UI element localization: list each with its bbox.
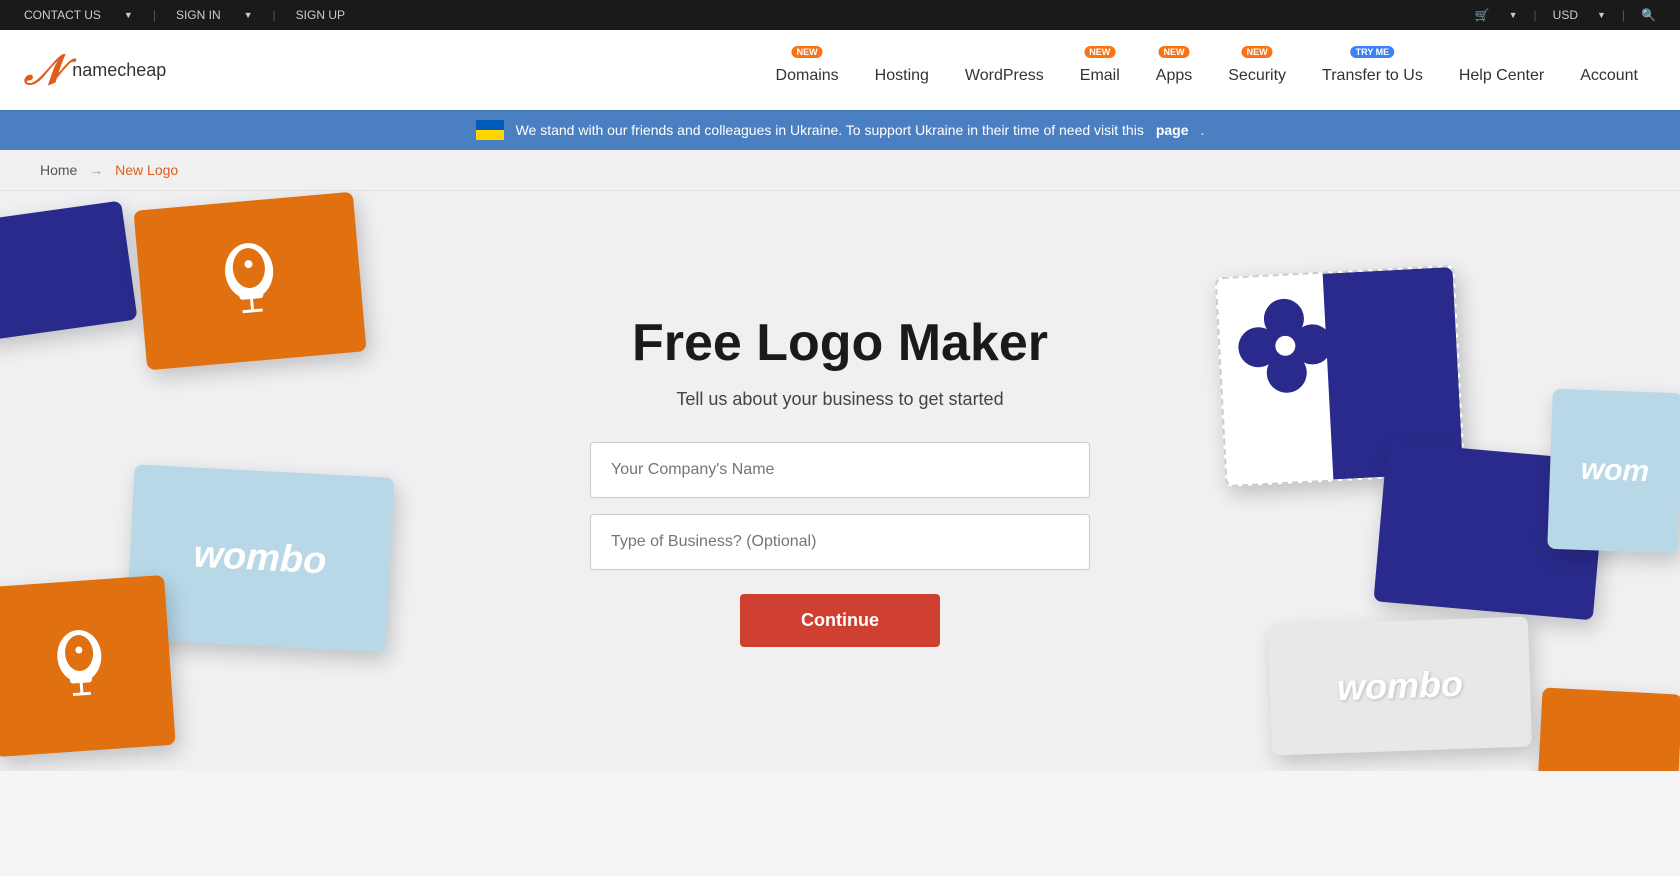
form-center: Free Logo Maker Tell us about your busin… [570, 275, 1110, 686]
wombo-text-left: wombo [192, 534, 327, 584]
account-label: Account [1580, 67, 1638, 85]
breadcrumb-home[interactable]: Home [40, 162, 77, 178]
company-name-input[interactable] [590, 442, 1090, 498]
card-white-wombo-bottom: wombo [1268, 617, 1532, 756]
currency-selector[interactable]: USD [1553, 8, 1578, 22]
breadcrumb: Home → New Logo [0, 150, 1680, 191]
helpcenter-label: Help Center [1459, 67, 1544, 85]
flower-icon [1228, 288, 1344, 404]
email-label: Email [1080, 67, 1120, 85]
separator-2: | [273, 8, 276, 22]
separator-3: | [1534, 8, 1537, 22]
wombo-text-right: wombo [1336, 663, 1463, 709]
nav-item-hosting[interactable]: Hosting [857, 30, 947, 110]
hosting-label: Hosting [875, 67, 929, 85]
ukraine-flag [476, 120, 504, 140]
banner-text: We stand with our friends and colleagues… [516, 122, 1144, 138]
card-lightblue-right: wom [1547, 389, 1680, 553]
nav-items: NEW Domains Hosting WordPress NEW Email … [758, 30, 1656, 110]
currency-dropdown-arrow: ▼ [1597, 10, 1606, 20]
domains-badge: NEW [792, 46, 823, 58]
continue-button[interactable]: Continue [740, 594, 940, 647]
nav-item-transfer[interactable]: TRY ME Transfer to Us [1304, 30, 1441, 110]
nav-item-security[interactable]: NEW Security [1210, 30, 1304, 110]
nav-item-email[interactable]: NEW Email [1062, 30, 1138, 110]
flag-blue [476, 120, 504, 130]
security-label: Security [1228, 67, 1286, 85]
card-orange-bottom-right [1537, 687, 1680, 771]
hero-section: wombo [0, 191, 1680, 771]
card-navy-topleft [0, 200, 138, 341]
cart-icon[interactable]: 🛒 [1475, 8, 1490, 22]
top-bar: CONTACT US ▼ | SIGN IN ▼ | SIGN UP 🛒 ▼ |… [0, 0, 1680, 30]
logo-link[interactable]: 𝒩 namecheap [24, 49, 166, 91]
contact-us-link[interactable]: CONTACT US [24, 8, 101, 22]
logo-icon: 𝒩 [24, 49, 64, 91]
banner-link[interactable]: page [1156, 122, 1189, 138]
domains-label: Domains [776, 67, 839, 85]
card-orange-knight-bottom [0, 575, 176, 757]
right-cards: wom wombo [1220, 191, 1680, 771]
security-badge: NEW [1242, 46, 1273, 58]
hero-title: Free Logo Maker [632, 315, 1048, 372]
transfer-badge: TRY ME [1351, 46, 1395, 58]
knight-helmet-icon-top [206, 233, 294, 330]
main-nav: 𝒩 namecheap NEW Domains Hosting WordPres… [0, 30, 1680, 110]
nav-item-wordpress[interactable]: WordPress [947, 30, 1062, 110]
signin-dropdown-arrow: ▼ [244, 10, 253, 20]
nav-item-helpcenter[interactable]: Help Center [1441, 30, 1562, 110]
knight-helmet-icon-bottom [42, 624, 117, 709]
cart-dropdown-arrow: ▼ [1509, 10, 1518, 20]
left-cards: wombo [0, 191, 460, 771]
business-type-input[interactable] [590, 514, 1090, 570]
nav-item-account[interactable]: Account [1562, 30, 1656, 110]
wom-text-right: wom [1580, 453, 1649, 489]
separator-4: | [1622, 8, 1625, 22]
breadcrumb-current: New Logo [115, 162, 178, 178]
sign-in-link[interactable]: SIGN IN [176, 8, 221, 22]
contact-dropdown-arrow: ▼ [124, 10, 133, 20]
ukraine-banner: We stand with our friends and colleagues… [0, 110, 1680, 150]
logo-text: namecheap [72, 60, 166, 81]
flag-yellow [476, 130, 504, 140]
breadcrumb-arrow: → [89, 162, 103, 178]
card-orange-knight-top [133, 192, 366, 371]
sign-up-link[interactable]: SIGN UP [296, 8, 345, 22]
nav-item-domains[interactable]: NEW Domains [758, 30, 857, 110]
wordpress-label: WordPress [965, 67, 1044, 85]
hero-subtitle: Tell us about your business to get start… [676, 389, 1003, 410]
separator-1: | [153, 8, 156, 22]
banner-period: . [1201, 122, 1205, 138]
nav-item-apps[interactable]: NEW Apps [1138, 30, 1210, 110]
transfer-label: Transfer to Us [1322, 67, 1423, 85]
email-badge: NEW [1084, 46, 1115, 58]
apps-badge: NEW [1159, 46, 1190, 58]
search-icon[interactable]: 🔍 [1641, 8, 1656, 22]
apps-label: Apps [1156, 67, 1192, 85]
